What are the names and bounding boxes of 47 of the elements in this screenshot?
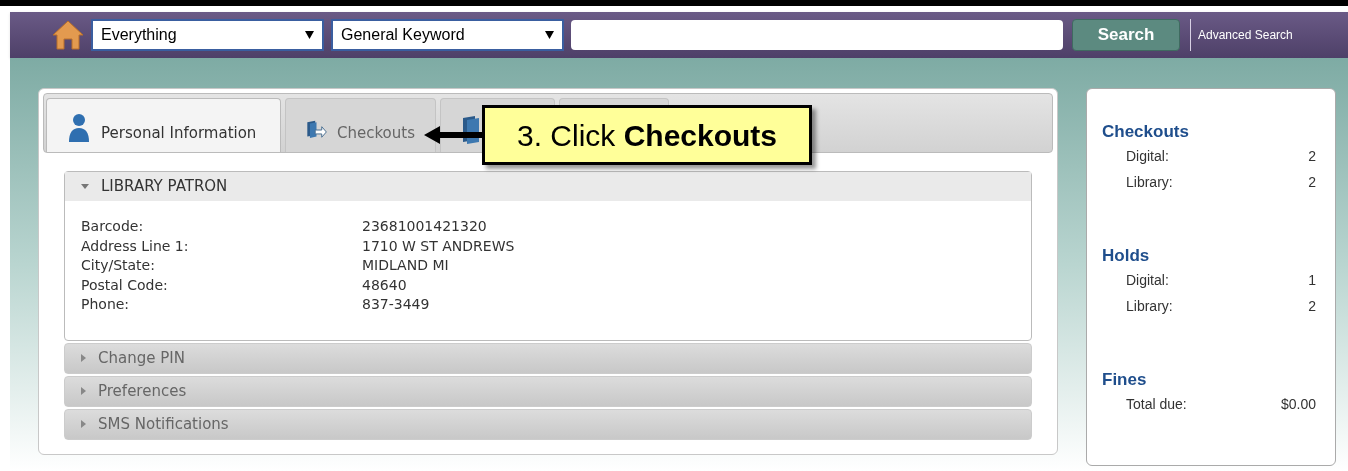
summary-label: Total due: (1126, 395, 1187, 414)
person-icon (67, 112, 91, 144)
search-type-select[interactable]: General Keyword (331, 19, 564, 51)
caret-down-icon (81, 184, 89, 189)
search-button[interactable]: Search (1072, 19, 1180, 51)
section-header[interactable]: Preferences (64, 375, 1032, 407)
field-value: 837-3449 (362, 295, 430, 314)
field-value: MIDLAND MI (362, 256, 449, 275)
field-label: City/State: (81, 256, 156, 275)
field-value: 23681001421320 (362, 217, 487, 236)
caret-right-icon (81, 420, 86, 428)
caret-right-icon (81, 387, 86, 395)
scope-select[interactable]: Everything (91, 19, 324, 51)
arrow-tooltip (424, 125, 482, 145)
section-header[interactable]: SMS Notifications (64, 408, 1032, 440)
section-header[interactable]: Change PIN (64, 342, 1032, 374)
summary-count: 2 (1308, 297, 1316, 316)
advanced-search-link[interactable]: Advanced Search (1198, 26, 1293, 44)
section-title[interactable]: Change PIN (98, 346, 185, 370)
summary-count: 2 (1308, 173, 1316, 192)
summary-count: $0.00 (1280, 395, 1316, 414)
section-title[interactable]: SMS Notifications (98, 412, 229, 436)
caret-right-icon (81, 354, 86, 362)
tab[interactable]: Checkouts (285, 98, 436, 152)
field-value: 48640 (362, 275, 407, 295)
field-label: Barcode: (81, 217, 145, 236)
summary-heading[interactable]: Checkouts (1102, 121, 1320, 143)
summary-heading[interactable]: Fines (1102, 369, 1320, 391)
field-label: Phone: (81, 295, 131, 314)
summary-label: Library: (1126, 173, 1173, 192)
summary-label: Library: (1126, 297, 1173, 316)
field-value: 1710 W ST ANDREWS (362, 236, 515, 256)
section-title[interactable]: Preferences (98, 379, 187, 403)
summary-label: Digital: (1126, 271, 1169, 290)
field-label: Postal Code: (81, 275, 169, 295)
home-icon[interactable] (52, 19, 84, 51)
summary-label: Digital: (1126, 147, 1169, 166)
search-field[interactable] (571, 20, 1063, 50)
section-title[interactable]: LIBRARY PATRON (101, 175, 228, 198)
summary-count: 2 (1308, 147, 1316, 166)
tab[interactable]: Personal Information (46, 98, 281, 152)
field-label: Address Line 1: (81, 236, 190, 256)
dropdown-arrow-icon (305, 31, 314, 39)
dropdown-arrow-icon (545, 31, 554, 39)
summary-count: 1 (1308, 271, 1316, 290)
summary-heading[interactable]: Holds (1102, 245, 1320, 267)
instruction-tooltip: 3. Click Checkouts (482, 105, 812, 165)
